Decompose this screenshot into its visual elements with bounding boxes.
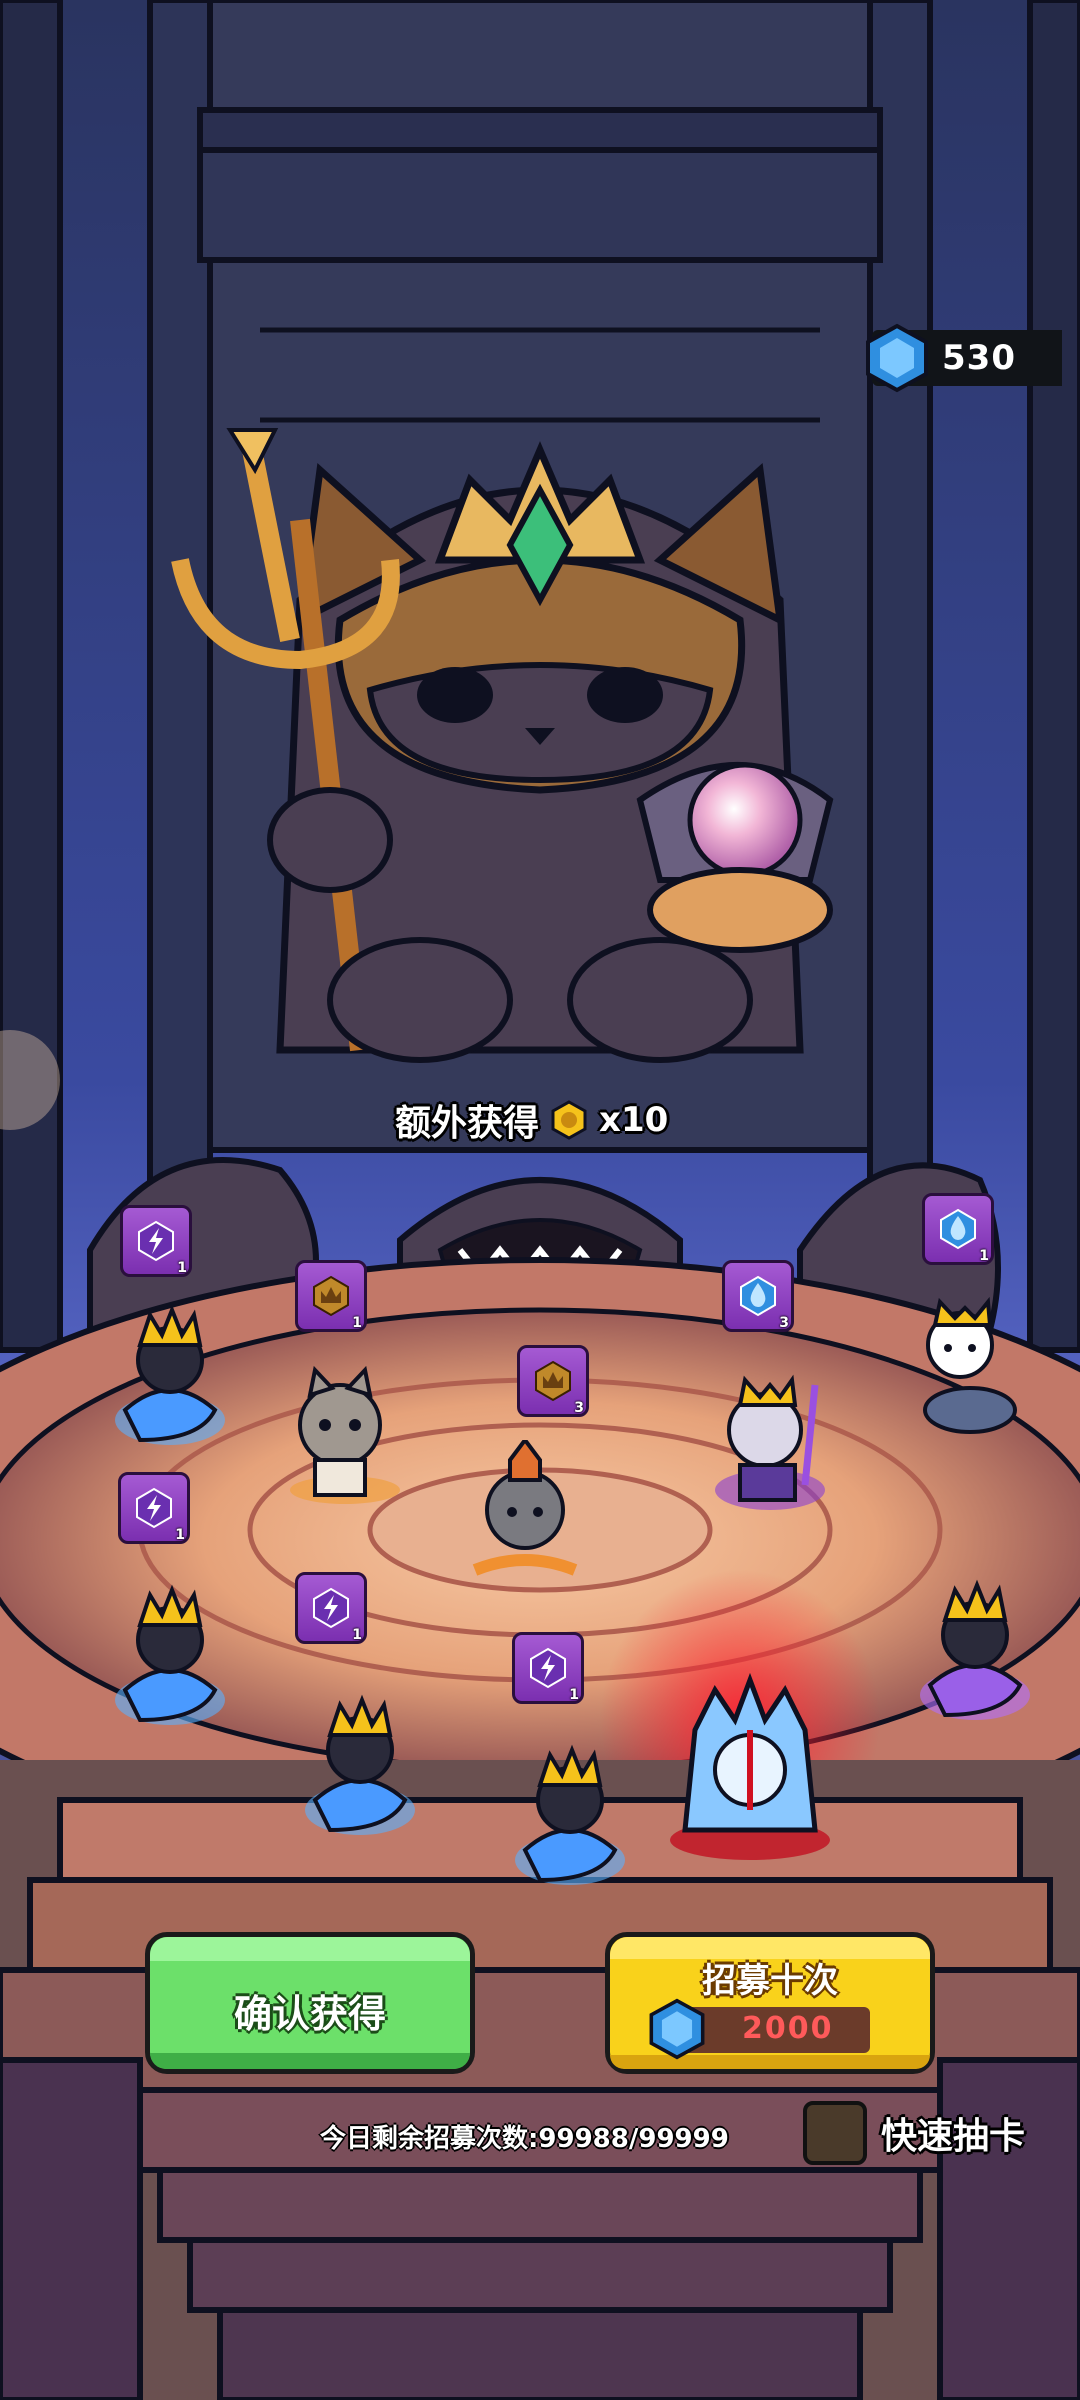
confirm-button[interactable]: 确认获得: [145, 1932, 475, 2074]
reward-lightning-4[interactable]: 1: [512, 1632, 584, 1704]
hero-golden-cat-purple-dragon[interactable]: [905, 1575, 1045, 1725]
hero-ice-king-legendary[interactable]: [655, 1670, 845, 1860]
bonus-label: 额外获得: [395, 1103, 540, 1144]
recruit-cost-value: 2000: [742, 2011, 834, 2046]
quick-draw-label: 快速抽卡: [881, 2116, 1026, 2157]
hero-golden-cat-water-dragon[interactable]: [500, 1740, 640, 1890]
gem-count: 530: [942, 338, 1016, 378]
lightning-gem-icon: [313, 1587, 349, 1629]
reward-water-1[interactable]: 3: [722, 1260, 794, 1332]
quick-draw-checkbox[interactable]: [803, 2101, 867, 2165]
hero-golden-cat-water-dragon[interactable]: [290, 1690, 430, 1840]
lightning-gem-icon: [138, 1220, 174, 1262]
reward-lightning-3[interactable]: 1: [295, 1572, 367, 1644]
recruit-cost: 2000: [649, 1998, 870, 2060]
water-drop-icon: [740, 1275, 776, 1317]
reward-lightning-2[interactable]: 1: [118, 1472, 190, 1544]
bonus-reward: 额外获得 x10: [395, 1090, 668, 1150]
gold-coin-icon: [551, 1100, 587, 1140]
hero-golden-cat-water-dragon[interactable]: [100, 1300, 240, 1450]
lightning-gem-icon: [136, 1487, 172, 1529]
blue-gem-icon: [866, 323, 928, 393]
hero-golden-cat-water-dragon[interactable]: [100, 1580, 240, 1730]
crown-token-icon: [313, 1275, 349, 1317]
reward-crown-1[interactable]: 1: [295, 1260, 367, 1332]
hero-warrior-cat[interactable]: [455, 1440, 595, 1590]
reward-lightning-1[interactable]: 1: [120, 1205, 192, 1277]
crown-token-icon: [535, 1360, 571, 1402]
lightning-gem-icon: [530, 1647, 566, 1689]
gem-counter: 530: [866, 323, 1062, 393]
hero-purple-trident-cat[interactable]: [700, 1365, 840, 1515]
confirm-button-label: 确认获得: [233, 1992, 386, 2036]
bonus-count: x10: [599, 1100, 669, 1140]
reward-water-2[interactable]: 1: [922, 1193, 994, 1265]
quick-draw-toggle[interactable]: 快速抽卡: [803, 2098, 1025, 2168]
recruit-ten-button[interactable]: 招募十次 2000: [605, 1932, 935, 2074]
water-drop-icon: [940, 1208, 976, 1250]
remaining-recruits-text: 今日剩余招募次数:99988/99999: [320, 2124, 729, 2154]
blue-gem-icon: [649, 1998, 705, 2060]
reward-crown-2[interactable]: 3: [517, 1345, 589, 1417]
hero-tabby-cat[interactable]: [270, 1360, 410, 1510]
hero-white-cat-turtle[interactable]: [900, 1290, 1040, 1440]
recruit-ten-label: 招募十次: [702, 1961, 838, 2001]
